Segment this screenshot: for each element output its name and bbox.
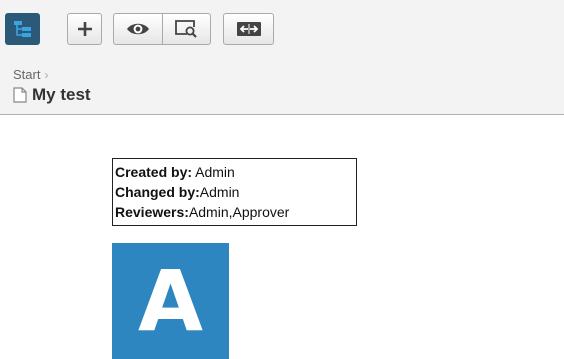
tree-view-button[interactable] — [5, 13, 40, 45]
view-button[interactable] — [114, 14, 162, 44]
created-by-label: Created by: — [115, 164, 193, 180]
reviewers-row: Reviewers:Admin,Approver — [115, 202, 354, 222]
breadcrumb-start-link[interactable]: Start — [13, 67, 40, 82]
avatar-letter: A — [137, 252, 203, 350]
reviewers-value: Admin,Approver — [188, 204, 290, 220]
page-title: My test — [13, 85, 91, 105]
meta-info-box: Created by: Admin Changed by:Admin Revie… — [112, 158, 357, 226]
created-by-row: Created by: Admin — [115, 162, 354, 182]
add-button[interactable] — [67, 13, 102, 45]
view-button-group — [113, 13, 211, 45]
changed-by-row: Changed by:Admin — [115, 182, 354, 202]
preview-search-icon — [175, 20, 198, 38]
compare-button[interactable] — [223, 13, 274, 45]
page-icon — [13, 87, 27, 103]
tree-icon — [13, 21, 31, 37]
toolbar — [0, 0, 564, 58]
changed-by-value: Admin — [199, 184, 240, 200]
preview-button[interactable] — [161, 14, 211, 44]
changed-by-label: Changed by: — [115, 184, 200, 200]
breadcrumb: Start › — [13, 67, 48, 82]
header-area: Start › My test — [0, 58, 564, 115]
page-title-text: My test — [32, 85, 91, 104]
plus-icon — [77, 22, 92, 36]
reviewers-label: Reviewers: — [115, 204, 189, 220]
eye-icon — [126, 23, 149, 35]
created-by-value: Admin — [192, 164, 235, 180]
compare-arrows-icon — [236, 22, 261, 36]
avatar: A — [112, 243, 229, 359]
chevron-right-icon: › — [44, 67, 49, 82]
